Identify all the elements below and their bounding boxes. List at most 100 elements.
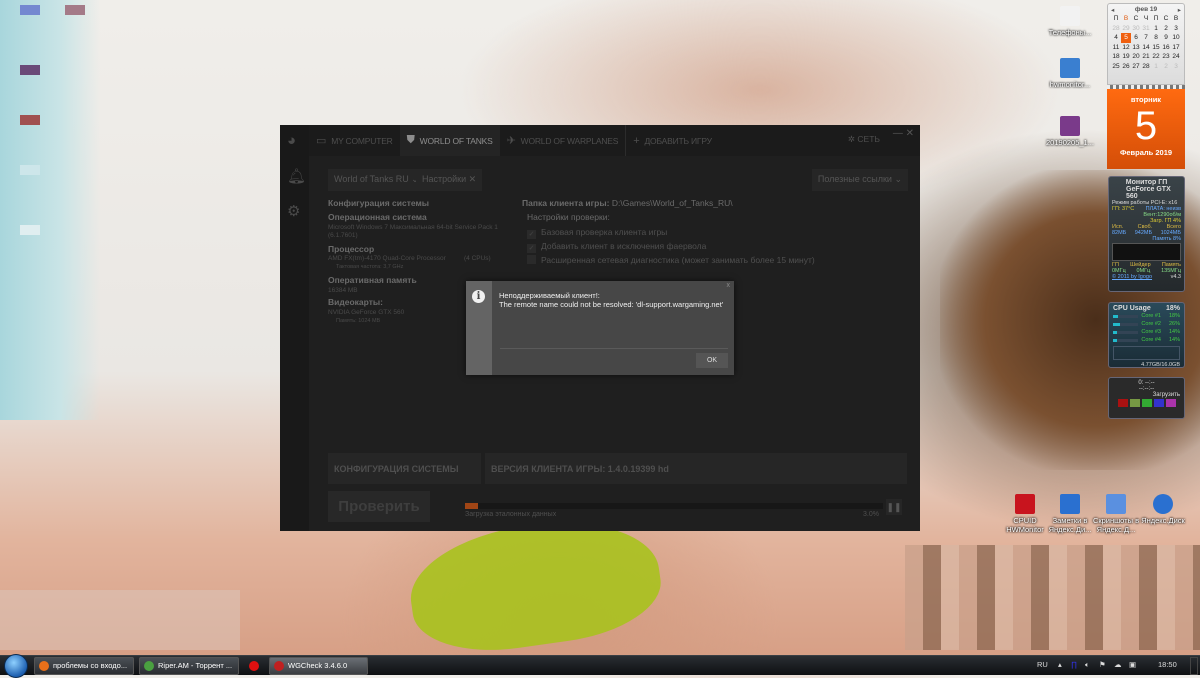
ok-button[interactable]: OK bbox=[696, 353, 728, 368]
restart-icon[interactable] bbox=[1129, 399, 1140, 407]
calendar-day-cell[interactable]: 15 bbox=[1151, 43, 1161, 53]
show-desktop-button[interactable] bbox=[1190, 657, 1198, 675]
calendar-day-cell[interactable]: 17 bbox=[1171, 43, 1181, 53]
calendar-day-cell[interactable]: 26 bbox=[1121, 62, 1131, 72]
verify-button[interactable]: Проверить bbox=[328, 491, 430, 522]
dialog-divider bbox=[500, 348, 728, 349]
calendar-day-cell[interactable]: 7 bbox=[1141, 33, 1151, 43]
taskbar-item-firefox[interactable]: проблемы со входо... bbox=[34, 657, 134, 675]
pause-button[interactable]: ❚❚ bbox=[886, 499, 902, 515]
gear-icon[interactable]: ⚙ bbox=[287, 202, 300, 220]
calendar-day-cell[interactable]: 28 bbox=[1141, 62, 1151, 72]
calendar-day-cell[interactable]: 6 bbox=[1131, 33, 1141, 43]
calendar-day-cell[interactable]: 3 bbox=[1171, 62, 1181, 72]
clock[interactable]: 18:50 bbox=[1158, 660, 1177, 669]
wgcheck-icon bbox=[274, 661, 284, 671]
ram-value: 16384 MB bbox=[328, 287, 358, 294]
tab-add-game[interactable]: + ДОБАВИТЬ ИГРУ bbox=[625, 125, 719, 156]
calendar-day-cell[interactable]: 27 bbox=[1131, 62, 1141, 72]
tab-world-of-tanks[interactable]: ⛊ WORLD OF TANKS bbox=[399, 125, 500, 156]
desktop-icon-archive[interactable]: 20190205_1... bbox=[1040, 116, 1100, 147]
wargaming-logo-icon[interactable]: ◕ bbox=[287, 132, 296, 149]
calendar-day-cell[interactable]: 10 bbox=[1171, 33, 1181, 43]
volume-icon[interactable]: 🔈︎ bbox=[1085, 660, 1090, 670]
taskbar-item-chrome[interactable]: Riper.AM - Торрент ... bbox=[139, 657, 239, 675]
desktop-icon-yandex-disk[interactable]: Яндекс.Диск bbox=[1133, 494, 1193, 525]
calendar-day-cell[interactable]: 25 bbox=[1111, 62, 1121, 72]
os-value: Microsoft Windows 7 Максимальная 64-bit … bbox=[328, 224, 498, 231]
calendar-day-cell[interactable]: 12 bbox=[1121, 43, 1131, 53]
checkbox-firewall[interactable]: ✓ Добавить клиент в исключения фаервола bbox=[527, 241, 706, 253]
calendar-day-cell[interactable]: 2 bbox=[1161, 24, 1171, 34]
yandex-disk-tray-icon[interactable]: ☁ bbox=[1114, 660, 1122, 669]
calendar-day-cell[interactable]: 8 bbox=[1151, 33, 1161, 43]
calendar-day-cell[interactable]: 30 bbox=[1131, 24, 1141, 34]
tray-app-icon[interactable]: ∏ bbox=[1071, 660, 1077, 669]
tab-world-of-warplanes[interactable]: ✈ WORLD OF WARPLANES bbox=[500, 125, 626, 156]
calendar-day-cell[interactable]: 1 bbox=[1151, 24, 1161, 34]
calendar-day-cell[interactable]: 22 bbox=[1151, 52, 1161, 62]
minimize-button[interactable]: — bbox=[893, 128, 903, 139]
close-button[interactable]: ✕ bbox=[906, 128, 914, 139]
calendar-day-cell[interactable]: 13 bbox=[1131, 43, 1141, 53]
bell-icon[interactable]: 🔔︎ bbox=[287, 167, 306, 185]
calendar-day-cell[interactable]: 1 bbox=[1151, 62, 1161, 72]
core-bar bbox=[1113, 330, 1139, 334]
dialog-title: Неподдерживаемый клиент!: bbox=[499, 291, 600, 300]
calendar-day-cell[interactable]: 9 bbox=[1161, 33, 1171, 43]
checkbox-basic-check[interactable]: ✓ Базовая проверка клиента игры bbox=[527, 227, 667, 239]
calendar-day-cell[interactable]: 18 bbox=[1111, 52, 1121, 62]
desktop-icon-hwmonitor[interactable]: hwmonitor... bbox=[1040, 58, 1100, 89]
core-value: 26% bbox=[1168, 321, 1180, 327]
calendar-day-cell[interactable]: 31 bbox=[1141, 24, 1151, 34]
credit-link[interactable]: © 2011 by Igogo bbox=[1112, 274, 1152, 280]
dialog-close-button[interactable]: x bbox=[727, 282, 731, 289]
calendar-day-cell[interactable]: 24 bbox=[1171, 52, 1181, 62]
hibernate-icon[interactable] bbox=[1153, 399, 1164, 407]
flag-icon[interactable]: ⚑ bbox=[1099, 660, 1106, 669]
desktop-icon-phones[interactable]: Телефоны... bbox=[1040, 6, 1100, 37]
error-dialog: i x Неподдерживаемый клиент!: The remote … bbox=[466, 281, 734, 375]
settings-button[interactable]: Настройки ✕ bbox=[416, 169, 483, 191]
power-icon[interactable] bbox=[1117, 399, 1128, 407]
taskbar: проблемы со входо... Riper.AM - Торрент … bbox=[0, 654, 1200, 678]
calendar-day-cell[interactable]: 29 bbox=[1121, 24, 1131, 34]
network-button[interactable]: ✲ СЕТЬ bbox=[848, 134, 880, 145]
network-icon: ✲ bbox=[847, 134, 856, 144]
taskbar-item-opera[interactable] bbox=[244, 657, 264, 675]
calendar-day-cell[interactable]: 23 bbox=[1161, 52, 1171, 62]
panel-client-version[interactable]: ВЕРСИЯ КЛИЕНТА ИГРЫ: 1.4.0.19399 hd bbox=[485, 453, 907, 484]
cpu-total: 18% bbox=[1165, 305, 1180, 312]
show-hidden-icons[interactable]: ▴ bbox=[1058, 660, 1062, 669]
calendar-day-cell[interactable]: 20 bbox=[1131, 52, 1141, 62]
checkbox-network-diag[interactable]: Расширенная сетевая диагностика (может з… bbox=[527, 255, 815, 265]
calendar-day-cell[interactable]: 21 bbox=[1141, 52, 1151, 62]
calendar-day-cell[interactable]: 2 bbox=[1161, 62, 1171, 72]
load-button[interactable]: Загрузить bbox=[1113, 392, 1180, 398]
next-month-icon[interactable]: ▸ bbox=[1178, 6, 1181, 14]
weekday-header: П bbox=[1153, 15, 1159, 22]
game-select[interactable]: World of Tanks RU ⌄ bbox=[328, 169, 425, 191]
useful-links-select[interactable]: Полезные ссылки ⌄ bbox=[811, 169, 908, 191]
calendar-day-cell[interactable]: 5 bbox=[1121, 33, 1131, 43]
prev-month-icon[interactable]: ◂ bbox=[1111, 6, 1114, 14]
gpu-model: GeForce GTX 560 bbox=[1126, 186, 1171, 200]
calendar-day-cell[interactable]: 3 bbox=[1171, 24, 1181, 34]
language-indicator[interactable]: RU bbox=[1037, 660, 1048, 669]
calendar-day-cell[interactable]: 11 bbox=[1111, 43, 1121, 53]
calendar-day-cell[interactable]: 14 bbox=[1141, 43, 1151, 53]
lock-icon[interactable] bbox=[1165, 399, 1176, 407]
network-tray-icon[interactable]: ▣ bbox=[1129, 660, 1136, 669]
panel-sysconfig[interactable]: КОНФИГУРАЦИЯ СИСТЕМЫ bbox=[328, 453, 481, 484]
tab-my-computer[interactable]: ▭ MY COMPUTER bbox=[309, 125, 400, 156]
calendar-day-cell[interactable]: 16 bbox=[1161, 43, 1171, 53]
cpu-core-row: Core #4 14% bbox=[1113, 336, 1180, 344]
core-bar bbox=[1113, 314, 1139, 318]
calendar-day-cell[interactable]: 4 bbox=[1111, 33, 1121, 43]
taskbar-item-wgcheck[interactable]: WGCheck 3.4.6.0 bbox=[269, 657, 368, 675]
calendar-day-cell[interactable]: 19 bbox=[1121, 52, 1131, 62]
start-button[interactable] bbox=[4, 654, 28, 678]
core-bar bbox=[1113, 322, 1139, 326]
sleep-icon[interactable] bbox=[1141, 399, 1152, 407]
calendar-day-cell[interactable]: 28 bbox=[1111, 24, 1121, 34]
